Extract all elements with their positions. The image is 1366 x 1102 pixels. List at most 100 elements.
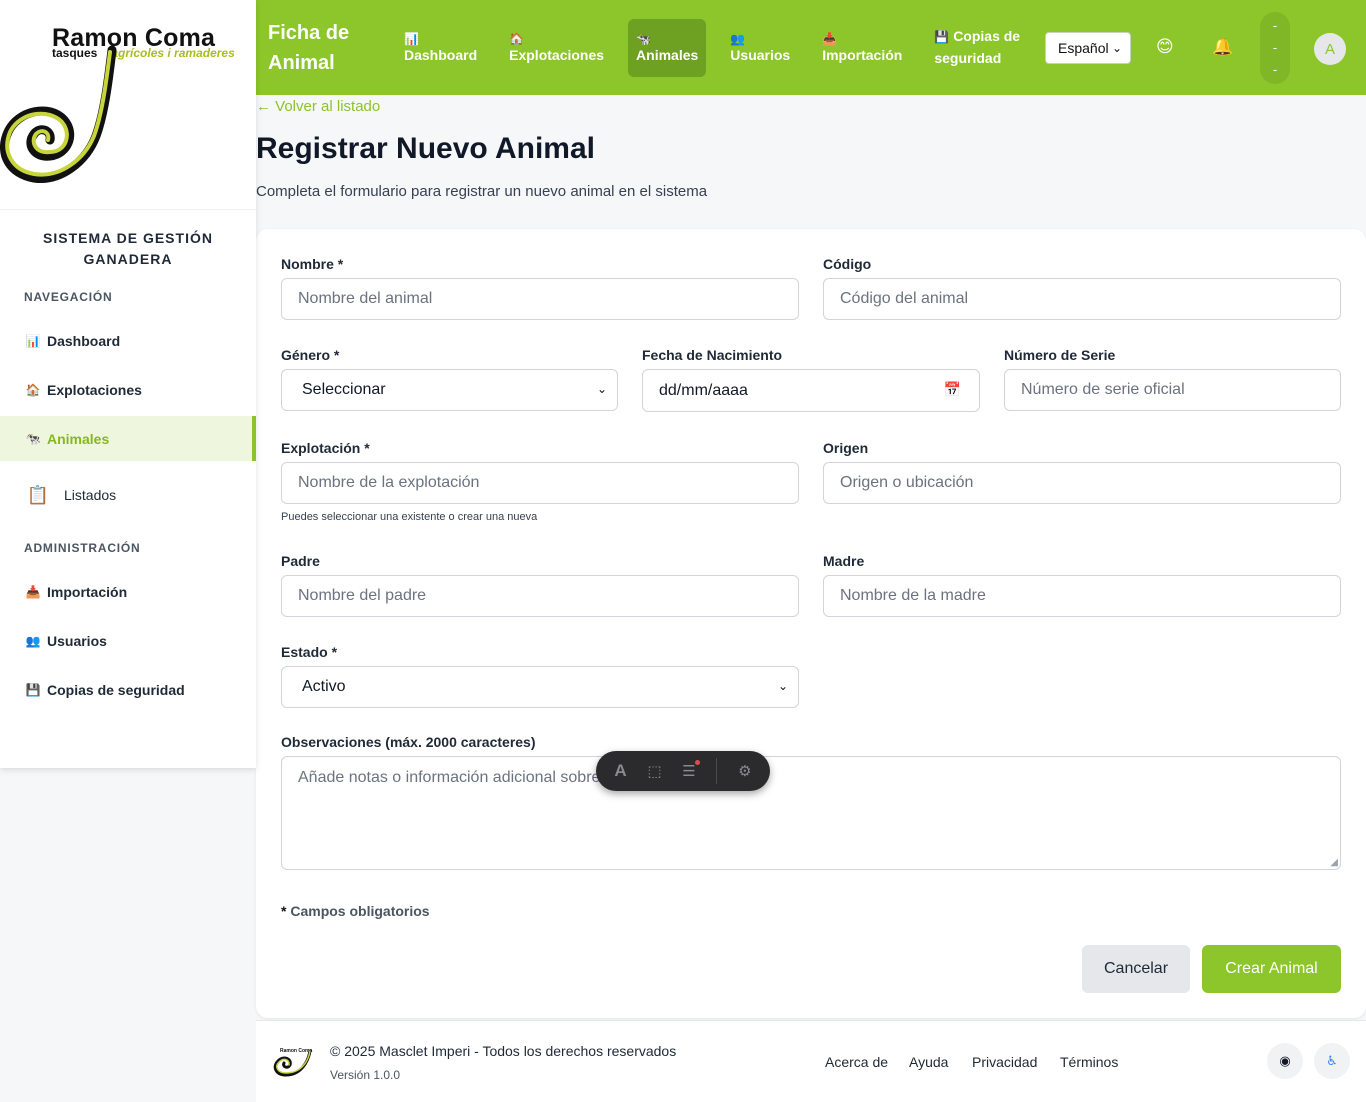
animal-form-card: Nombre * Nombre del animal Código Código… <box>256 229 1366 1018</box>
floating-toolbar: A ⬚ ☰ ⚙ <box>596 751 770 791</box>
serie-input[interactable]: Número de serie oficial <box>1004 369 1341 411</box>
header-nav-copias[interactable]: 💾 Copias de seguridad <box>926 19 1036 77</box>
sidebar-item-usuarios[interactable]: 👥 Usuarios <box>0 618 256 663</box>
text-tool-icon[interactable]: A <box>614 761 626 781</box>
explotacion-hint: Puedes seleccionar una existente o crear… <box>281 511 538 523</box>
padre-label: Padre <box>281 553 320 569</box>
brand-logo: Ramon Coma tasques agrícoles i ramaderes <box>0 0 256 210</box>
toolbar-divider <box>716 758 718 784</box>
chevron-down-icon: ⌄ <box>777 679 788 693</box>
observaciones-label: Observaciones (máx. 2000 caracteres) <box>281 734 536 750</box>
sidebar-item-label: Explotaciones <box>47 381 142 398</box>
madre-input[interactable]: Nombre de la madre <box>823 575 1341 617</box>
calendar-icon[interactable]: 📅 <box>944 381 961 398</box>
chart-icon: 📊 <box>404 32 419 46</box>
header-title: Ficha de Animal <box>268 21 350 74</box>
fecha-input[interactable]: dd/mm/aaaa 📅 <box>642 369 980 412</box>
explotacion-input[interactable]: Nombre de la explotación <box>281 462 799 504</box>
house-icon: 🏠 <box>25 382 41 397</box>
sidebar-item-label: Dashboard <box>47 332 121 349</box>
header-nav-animales[interactable]: 🐄 Animales <box>628 18 707 77</box>
system-title: SISTEMA DE GESTIÓN GANADERA <box>43 230 213 267</box>
chevron-down-icon: ⌄ <box>596 382 607 396</box>
list-search-icon[interactable]: ☰ <box>682 760 700 780</box>
status-pill[interactable]: - - - <box>1260 12 1290 84</box>
origen-label: Origen <box>823 440 869 456</box>
bell-icon[interactable]: 🔔 <box>1212 37 1233 57</box>
origen-input[interactable]: Origen o ubicación <box>823 462 1341 504</box>
sidebar-item-explotaciones[interactable]: 🏠 Explotaciones <box>0 367 256 412</box>
sidebar-item-label: Usuarios <box>47 632 107 649</box>
estado-label: Estado * <box>281 644 338 660</box>
nombre-input[interactable]: Nombre del animal <box>281 278 799 320</box>
sidebar-item-dashboard[interactable]: 📊 Dashboard <box>0 318 256 363</box>
chart-icon: 📊 <box>25 333 41 348</box>
header-nav-dashboard[interactable]: 📊 Dashboard <box>396 19 485 77</box>
genero-select[interactable]: Seleccionar ⌄ <box>281 369 618 411</box>
footer: Ramon Coma © 2025 Masclet Imperi - Todos… <box>256 1020 1366 1102</box>
fecha-label: Fecha de Nacimiento <box>642 347 783 363</box>
footer-link-help[interactable]: Ayuda <box>909 1054 948 1070</box>
cow-icon: 🐄 <box>25 431 41 446</box>
resize-handle-icon[interactable]: ◢ <box>1330 857 1338 868</box>
observaciones-textarea[interactable]: Añade notas o información adicional sobr… <box>281 756 1341 870</box>
footer-copyright: © 2025 Masclet Imperi - Todos los derech… <box>330 1043 677 1059</box>
header-nav-usuarios[interactable]: 👥 Usuarios <box>722 19 798 77</box>
admin-section-label: ADMINISTRACIÓN <box>24 541 141 555</box>
avatar[interactable]: A <box>1314 33 1346 65</box>
back-to-list-link[interactable]: ← Volver al listado <box>256 98 380 115</box>
genero-label: Género * <box>281 347 340 363</box>
padre-input[interactable]: Nombre del padre <box>281 575 799 617</box>
footer-logo-icon: Ramon Coma <box>273 1048 312 1077</box>
estado-select[interactable]: Activo ⌄ <box>281 666 799 708</box>
footer-link-about[interactable]: Acerca de <box>825 1054 888 1070</box>
serie-label: Número de Serie <box>1004 347 1116 363</box>
required-fields-note: * Campos obligatorios <box>281 903 430 919</box>
top-header: Ficha de Animal 📊 Dashboard 🏠 Explotacio… <box>256 0 1366 95</box>
floppy-disk-icon: 💾 <box>934 30 950 44</box>
users-icon: 👥 <box>730 32 746 46</box>
floppy-disk-icon: 💾 <box>25 682 41 697</box>
cancel-button[interactable]: Cancelar <box>1082 945 1190 993</box>
notification-dot <box>694 760 700 765</box>
eye-icon[interactable]: ◉ <box>1267 1043 1303 1079</box>
footer-logo-text: Ramon Coma <box>280 1048 312 1054</box>
language-select[interactable]: Español ⌄ <box>1045 32 1131 64</box>
header-nav-importacion[interactable]: 📥 Importación <box>814 19 910 77</box>
sidebar-item-label: Animales <box>47 430 110 447</box>
sidebar-item-copias[interactable]: 💾 Copias de seguridad <box>0 667 256 712</box>
sidebar: Ramon Coma tasques agrícoles i ramaderes … <box>0 0 256 768</box>
sidebar-item-label: Copias de seguridad <box>47 681 185 698</box>
codigo-label: Código <box>823 256 872 272</box>
cow-icon: 🐄 <box>636 32 651 46</box>
inbox-tray-icon: 📥 <box>25 584 41 599</box>
codigo-input[interactable]: Código del animal <box>823 278 1341 320</box>
header-nav: 📊 Dashboard 🏠 Explotaciones 🐄 Animales 👥… <box>396 0 1052 95</box>
sidebar-item-listados[interactable]: 📋 Listados <box>0 465 256 525</box>
page-subtitle: Completa el formulario para registrar un… <box>256 183 708 200</box>
accessibility-icon[interactable]: ♿ <box>1314 1043 1350 1079</box>
footer-version: Versión 1.0.0 <box>330 1068 401 1082</box>
madre-label: Madre <box>823 553 865 569</box>
sidebar-item-importacion[interactable]: 📥 Importación <box>0 569 256 614</box>
house-icon: 🏠 <box>509 32 525 46</box>
inbox-tray-icon: 📥 <box>822 32 838 46</box>
sidebar-item-animales[interactable]: 🐄 Animales <box>0 416 256 461</box>
page-title: Registrar Nuevo Animal <box>256 132 595 165</box>
explotacion-label: Explotación * <box>281 440 370 456</box>
gear-icon[interactable]: ⚙ <box>738 762 751 780</box>
clipboard-icon: 📋 <box>26 484 50 505</box>
footer-link-privacy[interactable]: Privacidad <box>972 1054 1037 1070</box>
users-icon: 👥 <box>25 633 41 648</box>
sidebar-item-label: Listados <box>64 487 117 503</box>
nombre-label: Nombre * <box>281 256 344 272</box>
sidebar-item-label: Importación <box>47 583 128 600</box>
footer-link-terms[interactable]: Términos <box>1060 1054 1118 1070</box>
emoji-icon[interactable]: 😊 <box>1156 37 1174 57</box>
chevron-down-icon: ⌄ <box>1111 41 1122 55</box>
spiral-logo-icon <box>0 45 117 183</box>
header-nav-explotaciones[interactable]: 🏠 Explotaciones <box>501 19 612 77</box>
nav-section-label: NAVEGACIÓN <box>24 290 113 304</box>
cursor-select-icon[interactable]: ⬚ <box>647 762 661 780</box>
create-animal-button[interactable]: Crear Animal <box>1202 945 1341 993</box>
